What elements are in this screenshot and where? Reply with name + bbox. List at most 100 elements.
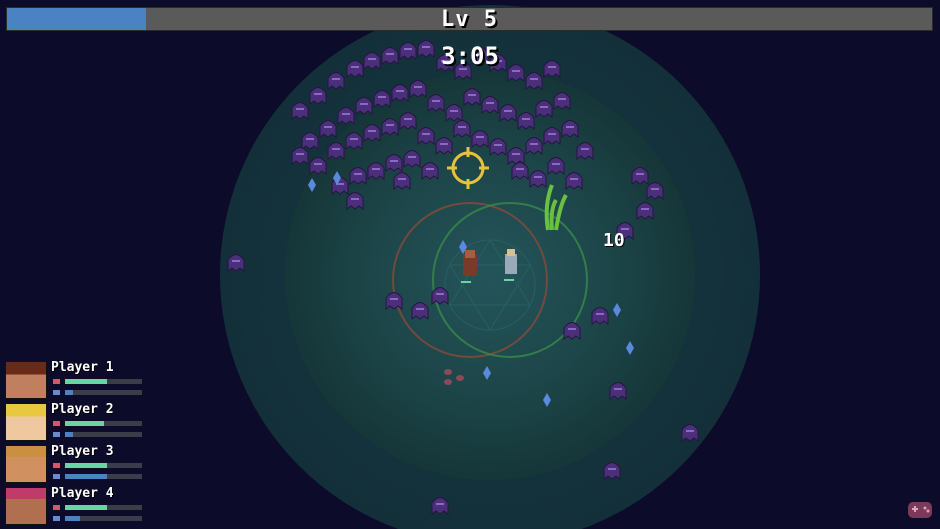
enemy-ghost [327, 72, 345, 90]
enemy-ghost [517, 112, 535, 130]
enemy-ghost [481, 96, 499, 114]
enemy-ghost [463, 88, 481, 106]
enemy-ghost [535, 100, 553, 118]
enemy-ghost [543, 60, 561, 78]
enemy-ghost [291, 102, 309, 120]
enemy-ghost [435, 137, 453, 155]
enemy-ghost [399, 42, 417, 60]
enemy-ghost [529, 170, 547, 188]
health-bar [65, 379, 142, 384]
player-name: Player 3 [51, 444, 114, 459]
enemy-ghost [471, 130, 489, 148]
enemy-ghost [367, 162, 385, 180]
enemy-ghost [385, 154, 403, 172]
enemy-ghost [327, 142, 345, 160]
enemy-ghost [349, 167, 367, 185]
enemy-ghost [525, 72, 543, 90]
damage-number: 10 [603, 230, 625, 251]
mana-bar [65, 432, 142, 437]
enemy-ghost [391, 84, 409, 102]
enemy-ghost [576, 142, 594, 160]
player-name: Player 2 [51, 402, 114, 417]
enemy-ghost [431, 287, 449, 305]
mana-bar [65, 474, 142, 479]
enemy-ghost [646, 182, 664, 200]
enemy-ghost [319, 120, 337, 138]
player-card: Player 2 [5, 402, 145, 445]
enemy-ghost [609, 382, 627, 400]
experience-bar: Lv 5 [6, 7, 933, 32]
enemy-ghost [507, 147, 525, 165]
enemy-ghost [563, 322, 581, 340]
gamepad-icon [908, 502, 932, 518]
enemy-ghost [363, 52, 381, 70]
enemy-ghost [421, 162, 439, 180]
enemy-ghost [561, 120, 579, 138]
enemy-ghost [373, 90, 391, 108]
enemy-ghost [399, 112, 417, 130]
enemy-ghost [363, 124, 381, 142]
mana-icon [53, 432, 60, 437]
player-card: Player 3 [5, 444, 145, 487]
heart-icon [53, 463, 60, 468]
enemy-ghost [591, 307, 609, 325]
enemy-ghost [346, 192, 364, 210]
health-bar [65, 463, 142, 468]
enemy-ghost [553, 92, 571, 110]
mana-icon [53, 390, 60, 395]
heart-icon [53, 505, 60, 510]
player-name: Player 1 [51, 360, 114, 375]
enemy-ghost [543, 127, 561, 145]
enemy-ghost [301, 132, 319, 150]
enemy-ghost [345, 132, 363, 150]
level-label: Lv 5 [441, 7, 498, 32]
player-name: Player 4 [51, 486, 114, 501]
player-roster: Player 1 Player 2 Player 3 Player 4 [5, 360, 145, 529]
enemy-ghost [499, 104, 517, 122]
mana-icon [53, 474, 60, 479]
enemy-ghost [681, 424, 699, 442]
health-bar [65, 505, 142, 510]
enemy-ghost [385, 292, 403, 310]
enemy-ghost [547, 157, 565, 175]
survival-timer: 3:05 [441, 42, 499, 70]
portrait-player-1 [5, 361, 47, 399]
enemy-ghost [431, 497, 449, 515]
enemy-ghost [309, 87, 327, 105]
enemy-ghost [525, 137, 543, 155]
enemy-ghost [453, 120, 471, 138]
enemy-ghost [355, 97, 373, 115]
heart-icon [53, 421, 60, 426]
heart-icon [53, 379, 60, 384]
enemy-ghost [411, 302, 429, 320]
enemy-ghost [511, 162, 529, 180]
enemy-ghost [489, 138, 507, 156]
enemy-ghost [636, 202, 654, 220]
player-card: Player 1 [5, 360, 145, 403]
enemy-ghost [381, 47, 399, 65]
portrait-player-3 [5, 445, 47, 483]
enemy-ghost [309, 157, 327, 175]
mana-bar [65, 390, 142, 395]
portrait-player-2 [5, 403, 47, 441]
enemy-ghost [227, 254, 245, 272]
light-radius-inner [285, 70, 695, 480]
enemy-ghost [603, 462, 621, 480]
mana-icon [53, 516, 60, 521]
enemy-ghost [393, 172, 411, 190]
enemy-ghost [291, 147, 309, 165]
enemy-ghost [427, 94, 445, 112]
enemy-ghost [403, 150, 421, 168]
player-card: Player 4 [5, 486, 145, 529]
enemy-ghost [565, 172, 583, 190]
enemy-ghost [409, 80, 427, 98]
portrait-player-4 [5, 487, 47, 525]
enemy-ghost [445, 104, 463, 122]
enemy-ghost [631, 167, 649, 185]
mana-bar [65, 516, 142, 521]
enemy-ghost [346, 60, 364, 78]
enemy-ghost [381, 118, 399, 136]
health-bar [65, 421, 142, 426]
enemy-ghost [337, 107, 355, 125]
enemy-ghost [417, 127, 435, 145]
